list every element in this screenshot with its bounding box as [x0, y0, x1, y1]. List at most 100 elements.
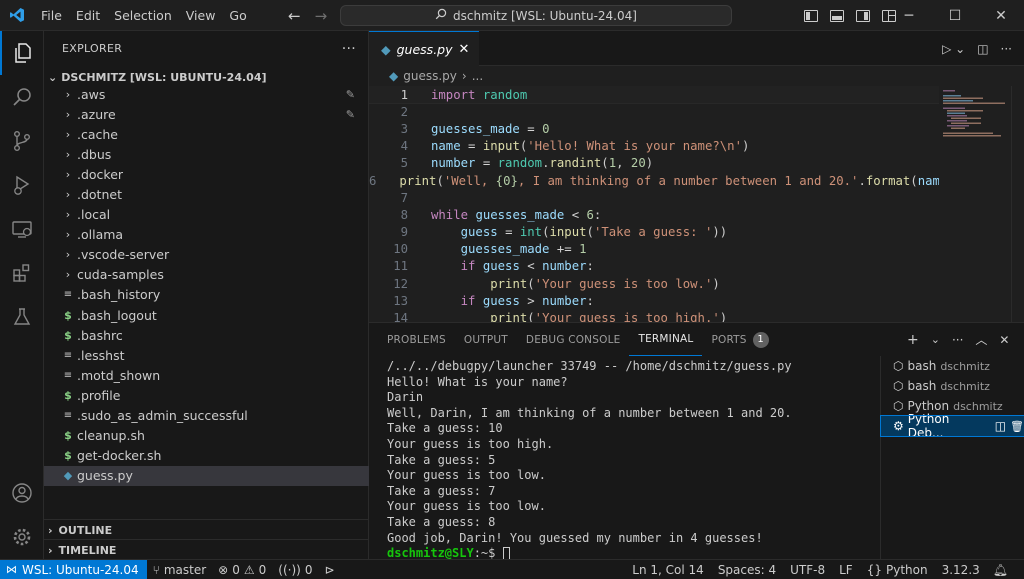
close-icon[interactable]: ✕ [978, 0, 1024, 31]
accounts-icon[interactable] [0, 471, 44, 515]
menu-selection[interactable]: Selection [107, 0, 179, 31]
close-panel-icon[interactable]: ✕ [999, 333, 1009, 347]
tree-item-label: .cache [77, 126, 118, 142]
tab-guess-py[interactable]: ◆ guess.py ✕ [369, 31, 479, 66]
chevron-right-icon: › [65, 228, 71, 242]
end-of-line[interactable]: LF [832, 563, 860, 577]
code-line: 14 print('Your guess is too high.') [369, 309, 939, 322]
tab-output[interactable]: OUTPUT [455, 323, 517, 356]
tree-item[interactable]: ◆ guess.py [44, 465, 369, 486]
tree-item[interactable]: › .vscode-server [44, 245, 369, 265]
tree-item[interactable]: $ cleanup.sh [44, 426, 369, 446]
error-count: 0 [232, 562, 240, 577]
tree-item[interactable]: › .dbus [44, 144, 369, 164]
tree-item[interactable]: $ get-docker.sh [44, 446, 369, 466]
tree-item[interactable]: › .ollama [44, 225, 369, 245]
cursor-position[interactable]: Ln 1, Col 14 [625, 563, 711, 577]
panel-more-icon[interactable]: ··· [952, 333, 963, 347]
minimap[interactable] [941, 86, 1011, 322]
terminal-instance[interactable]: ⚙ Python Deb... ◫ 🗑︎ [880, 412, 1024, 440]
tab-close-icon[interactable]: ✕ [459, 42, 470, 57]
editor-scrollbar[interactable] [1011, 86, 1024, 322]
tab-debug-console[interactable]: DEBUG CONSOLE [517, 323, 630, 356]
language-mode[interactable]: {} Python [860, 563, 935, 577]
tree-item[interactable]: › .cache [44, 124, 369, 144]
chevron-down-icon[interactable]: ⌄ [931, 333, 940, 346]
tab-terminal[interactable]: TERMINAL [629, 323, 703, 356]
tree-item-label: .motd_shown [77, 367, 161, 383]
code-editor[interactable]: 1 import random 2 3 guesses_made = 0 4 name… [369, 86, 939, 322]
run-debug-icon[interactable] [0, 163, 44, 207]
tree-item[interactable]: › cuda-samples [44, 265, 369, 285]
tree-item[interactable]: › .aws ✎ [44, 84, 369, 104]
code-line: 4 name = input('Hello! What is your name?… [369, 138, 939, 155]
run-python-file-icon[interactable]: ▷ ⌄ [942, 42, 965, 56]
maximize-panel-icon[interactable]: ︿ [975, 331, 987, 348]
toggle-panel-icon[interactable] [830, 9, 844, 22]
indentation[interactable]: Spaces: 4 [711, 563, 783, 577]
language-label: Python [885, 563, 928, 577]
editor-more-icon[interactable]: ··· [1001, 42, 1012, 56]
tree-item[interactable]: ≡ .bash_history [44, 285, 369, 305]
back-arrow-icon[interactable]: ← [288, 7, 301, 25]
maximize-icon[interactable]: ☐ [932, 0, 978, 31]
tree-item[interactable]: › .local [44, 205, 369, 225]
split-editor-icon[interactable]: ◫ [977, 42, 988, 56]
terminal-instance[interactable]: ⬡ bash dschmitz [881, 356, 1024, 376]
python-version[interactable]: 3.12.3 [935, 563, 987, 577]
menu-view[interactable]: View [179, 0, 223, 31]
tree-item[interactable]: ≡ .sudo_as_admin_successful [44, 406, 369, 426]
forward-arrow-icon[interactable]: → [315, 7, 328, 25]
menu-file[interactable]: File [34, 0, 69, 31]
window-controls: ─ ☐ ✕ [886, 0, 1024, 31]
trash-icon[interactable]: 🗑︎ [1010, 420, 1024, 433]
tree-item[interactable]: $ .profile [44, 385, 369, 405]
breadcrumb-more[interactable]: ... [472, 69, 483, 83]
tab-problems[interactable]: PROBLEMS [378, 323, 455, 356]
tree-item[interactable]: $ .bashrc [44, 325, 369, 345]
command-center[interactable]: dschmitz [WSL: Ubuntu-24.04] [340, 5, 732, 26]
terminal-name: Python Deb... [907, 412, 950, 440]
tree-item[interactable]: ≡ .motd_shown [44, 365, 369, 385]
tree-item[interactable]: $ .bash_logout [44, 305, 369, 325]
breadcrumb-file[interactable]: guess.py [403, 69, 457, 83]
menu-edit[interactable]: Edit [69, 0, 107, 31]
tree-item[interactable]: › .azure ✎ [44, 104, 369, 124]
source-control-icon[interactable] [0, 119, 44, 163]
extensions-icon[interactable] [0, 251, 44, 295]
terminal-output[interactable]: /../../debugpy/launcher 33749 -- /home/d… [387, 359, 877, 562]
remote-indicator[interactable]: ⋈ WSL: Ubuntu-24.04 [0, 559, 147, 579]
explorer-icon[interactable] [0, 31, 44, 75]
radio-tower-icon: ((·)) [278, 562, 301, 577]
minimize-icon[interactable]: ─ [886, 0, 932, 31]
toggle-primary-sidebar-icon[interactable] [804, 9, 818, 22]
terminal-icon: ⬡ [893, 399, 904, 413]
tree-item[interactable]: ≡ .lesshst [44, 345, 369, 365]
testing-icon[interactable] [0, 295, 44, 339]
vscode-logo-icon [0, 0, 34, 31]
tab-ports[interactable]: PORTS 1 [702, 323, 777, 356]
outline-section[interactable]: › OUTLINE [44, 519, 369, 540]
explorer-title: EXPLORER [62, 42, 123, 55]
terminal-instance[interactable]: ⬡ bash dschmitz [881, 376, 1024, 396]
encoding[interactable]: UTF-8 [783, 563, 832, 577]
terminal-line: Take a guess: 8 [387, 514, 496, 529]
terminal-line: Your guess is too high. [387, 436, 554, 451]
tree-item[interactable]: › .docker [44, 164, 369, 184]
git-branch[interactable]: ⑂ master [147, 563, 213, 577]
toggle-secondary-sidebar-icon[interactable] [856, 9, 870, 22]
notifications-bell-icon[interactable]: 🔔︎ [987, 563, 1014, 577]
more-actions-icon[interactable]: ··· [342, 41, 356, 57]
settings-gear-icon[interactable] [0, 515, 44, 559]
timeline-section[interactable]: › TIMELINE [44, 539, 369, 560]
problems-indicator[interactable]: ⊗ 0 ⚠ 0 [212, 563, 272, 577]
remote-explorer-icon[interactable] [0, 207, 44, 251]
ports-indicator[interactable]: ((·)) 0 [272, 563, 318, 577]
menu-go[interactable]: Go [222, 0, 253, 31]
debug-indicator[interactable]: ⊳ [318, 563, 340, 577]
new-terminal-icon[interactable]: + [907, 332, 919, 348]
python-file-icon: ◆ [63, 469, 73, 483]
split-terminal-icon[interactable]: ◫ [995, 419, 1006, 433]
search-view-icon[interactable] [0, 75, 44, 119]
tree-item[interactable]: › .dotnet [44, 184, 369, 204]
